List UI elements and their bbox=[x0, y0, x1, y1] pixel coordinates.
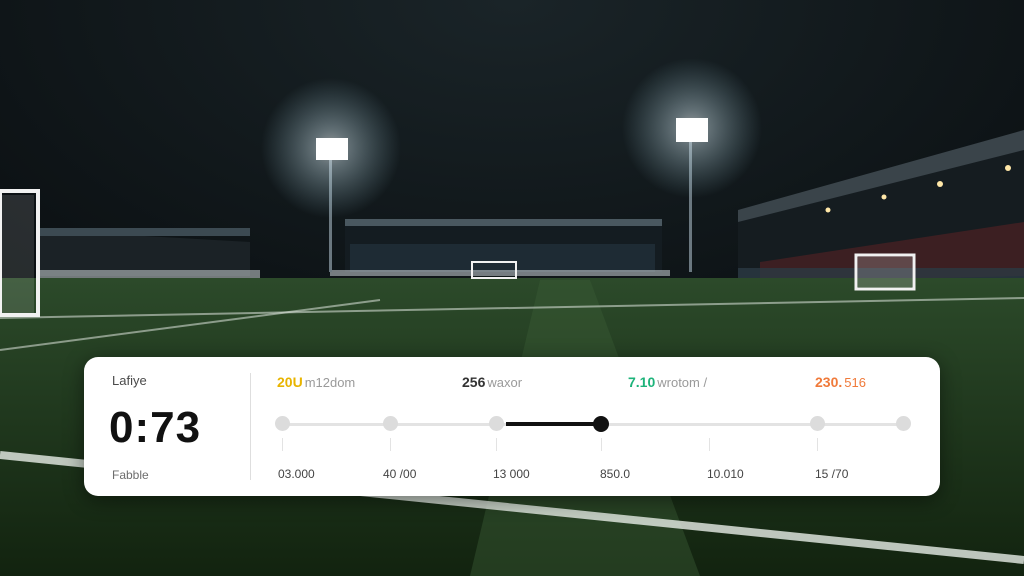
panel-bottom-label: Fabble bbox=[112, 468, 149, 482]
timeline-label: 40 /00 bbox=[383, 467, 417, 481]
timeline-tick bbox=[496, 438, 497, 451]
timeline-node[interactable] bbox=[383, 416, 398, 431]
score-panel: Lafiye 0:73 Fabble 20U m12dom 256 waxor 7.… bbox=[84, 357, 940, 496]
timeline-node[interactable] bbox=[275, 416, 290, 431]
timeline-label: 15 /70 bbox=[815, 467, 849, 481]
header-stat-3: 7.10 wrotom / bbox=[628, 374, 708, 390]
timeline-node[interactable] bbox=[810, 416, 825, 431]
timeline-active-segment bbox=[506, 422, 600, 426]
timeline-tick bbox=[601, 438, 602, 451]
timeline-tick bbox=[390, 438, 391, 451]
timeline-node[interactable] bbox=[896, 416, 911, 431]
timeline-node-active[interactable] bbox=[593, 416, 609, 432]
timeline-tick bbox=[817, 438, 818, 451]
timeline-label: 13 000 bbox=[493, 467, 530, 481]
timeline-label: 10.010 bbox=[707, 467, 744, 481]
panel-top-label: Lafiye bbox=[112, 373, 147, 388]
timeline-tick bbox=[282, 438, 283, 451]
timeline-label: 03.000 bbox=[278, 467, 315, 481]
header-stat-4: 230. 516 bbox=[815, 374, 866, 390]
panel-divider bbox=[250, 373, 251, 480]
timeline-node[interactable] bbox=[489, 416, 504, 431]
header-stat-1: 20U m12dom bbox=[277, 374, 356, 390]
timeline-tick bbox=[709, 438, 710, 451]
timeline-label: 850.0 bbox=[600, 467, 631, 481]
header-stat-2: 256 waxor bbox=[462, 374, 523, 390]
score-display: 0:73 bbox=[109, 403, 202, 452]
